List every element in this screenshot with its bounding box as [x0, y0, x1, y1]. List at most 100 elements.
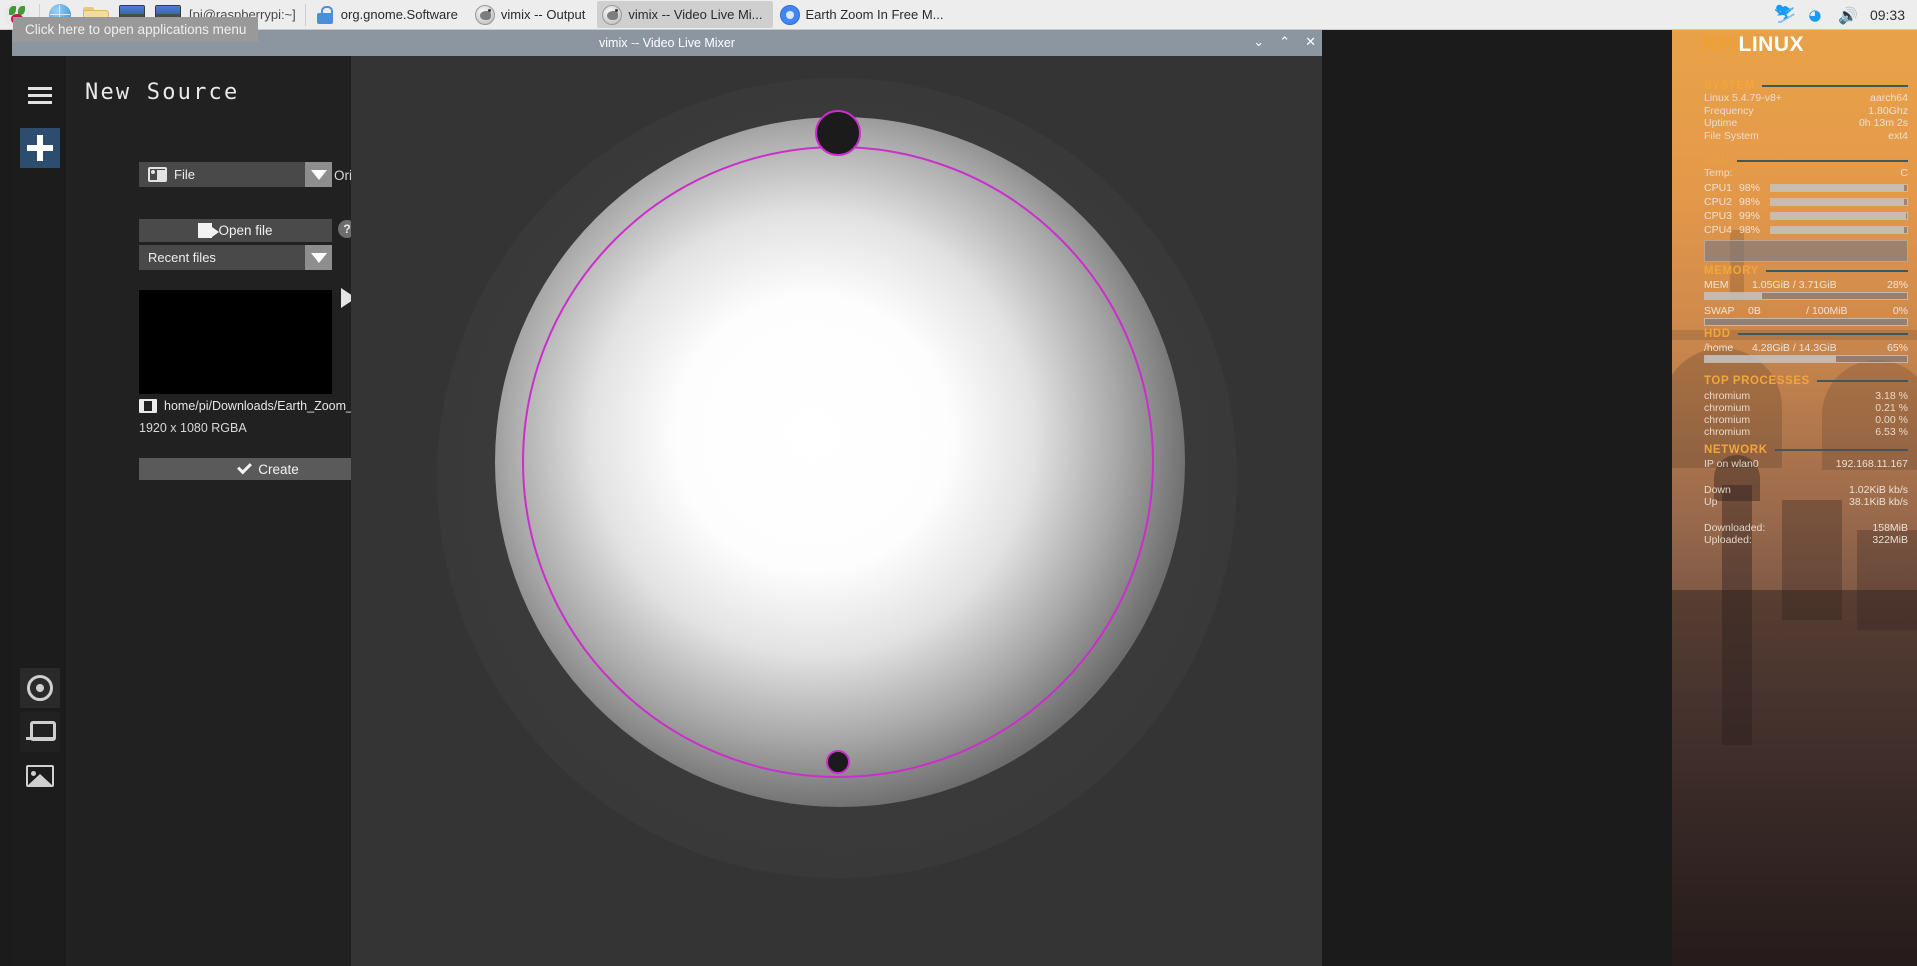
swap-row: SWAP 0B / 100MiB 0%: [1704, 305, 1908, 317]
core-pct: 98%: [1739, 181, 1761, 194]
chevron-down-icon[interactable]: [305, 162, 332, 187]
temp-label: Temp:: [1704, 167, 1733, 179]
wifi-icon[interactable]: ◕: [1806, 5, 1824, 25]
process-row: chromium 0.21 %: [1704, 402, 1908, 414]
new-source-panel: New Source File Origin Open file ? Recen…: [66, 56, 398, 966]
downloaded-value: 158MiB: [1872, 521, 1908, 534]
process-name: chromium: [1704, 426, 1751, 438]
open-file-label: Open file: [218, 223, 273, 238]
clock[interactable]: 09:33: [1870, 7, 1905, 23]
mix-handle-bottom[interactable]: [826, 750, 850, 774]
network-header: NETWORK: [1704, 444, 1908, 456]
chromium-icon: [779, 4, 800, 25]
title-light: LINUX: [1738, 33, 1805, 56]
mem-bar: [1704, 292, 1908, 300]
process-name: chromium: [1704, 390, 1751, 402]
origin-row: File: [139, 162, 332, 187]
mixer-button[interactable]: [20, 712, 60, 752]
window-label: org.gnome.Software: [340, 7, 458, 22]
cpu-temp-row: Temp: C: [1704, 167, 1908, 180]
process-row: chromium 6.53 %: [1704, 426, 1908, 438]
rule: [1774, 449, 1908, 451]
mem-pct: 28%: [1886, 279, 1908, 291]
open-file-button[interactable]: Open file: [139, 219, 332, 242]
chevron-down-icon[interactable]: [305, 245, 332, 270]
system-row: Uptime 0h 13m 2s: [1704, 117, 1908, 130]
row-value: 1.80Ghz: [1868, 104, 1908, 117]
hdd-bar: [1704, 355, 1908, 363]
process-cpu: 0.21 %: [1875, 402, 1908, 414]
memory-section: MEMORY MEM 1.05GiB / 3.71GiB 28% SWAP 0B…: [1704, 265, 1908, 326]
memory-header: MEMORY: [1704, 265, 1908, 277]
rule: [1816, 380, 1908, 382]
system-section: SYSTEM Linux 5.4.79-v8+ aarch64 Frequenc…: [1704, 80, 1908, 142]
volume-icon[interactable]: 🔊: [1838, 5, 1858, 25]
create-label: Create: [258, 461, 299, 477]
menu-button[interactable]: [20, 75, 60, 115]
rpi-monitor-title: RPILINUX: [1702, 33, 1804, 57]
section-label: SYSTEM: [1704, 80, 1755, 92]
cpu-history-graph: [1704, 239, 1908, 262]
origin-select[interactable]: File: [139, 162, 332, 187]
up-label: Up: [1704, 496, 1718, 508]
network-section: NETWORK IP on wlan0 192.168.11.167 Down …: [1704, 444, 1908, 547]
vimix-icon: [602, 4, 623, 25]
taskbar-window-chromium[interactable]: Earth Zoom In Free M...: [775, 1, 954, 28]
row-value: aarch64: [1870, 92, 1908, 104]
uploaded-value: 322MiB: [1872, 534, 1908, 546]
close-icon[interactable]: ✕: [1305, 30, 1316, 56]
row-key: Linux 5.4.79-v8+: [1704, 92, 1782, 104]
process-cpu: 3.18 %: [1875, 390, 1908, 402]
library-button[interactable]: [20, 756, 60, 796]
cpu-core-row: CPU1 98%: [1704, 182, 1908, 194]
selection-circle[interactable]: [522, 146, 1154, 778]
cpu-header: CPU: [1704, 155, 1908, 167]
gnome-software-icon: [315, 5, 335, 25]
hdd-header: HDD: [1704, 328, 1908, 340]
row-value: 0h 13m 2s: [1858, 117, 1908, 129]
rule: [1737, 160, 1908, 162]
core-label: CPU3: [1704, 209, 1733, 222]
rule: [1737, 333, 1908, 335]
system-row: Frequency 1.80Ghz: [1704, 104, 1908, 118]
system-header: SYSTEM: [1704, 80, 1908, 92]
cpu-core-row: CPU2 98%: [1704, 196, 1908, 208]
process-name: chromium: [1704, 414, 1751, 426]
file-resolution: 1920 x 1080 RGBA: [139, 421, 247, 435]
window-controls: ⌄ ⌃ ✕: [1253, 30, 1316, 56]
row-key: Frequency: [1704, 104, 1754, 117]
core-label: CPU2: [1704, 195, 1733, 208]
mix-handle-top[interactable]: [815, 110, 861, 156]
mem-usage: 1.05GiB / 3.71GiB: [1752, 279, 1837, 291]
output-button[interactable]: [20, 668, 60, 708]
library-icon: [26, 765, 54, 787]
window-label: vimix -- Output: [500, 7, 586, 22]
section-label: NETWORK: [1704, 444, 1768, 456]
system-tray: ⛷ ◕ 🔊 09:33: [1774, 2, 1917, 25]
hdd-row: /home 4.28GiB / 14.3GiB 65%: [1704, 342, 1908, 354]
hdd-pct: 65%: [1886, 342, 1908, 354]
vimix-window: vimix -- Video Live Mixer ⌄ ⌃ ✕ New Sour…: [12, 30, 1322, 966]
hdd-usage: 4.28GiB / 14.3GiB: [1752, 342, 1837, 354]
minimize-icon[interactable]: ⌄: [1253, 30, 1264, 56]
new-source-button[interactable]: [20, 128, 60, 168]
cpu-core-row: CPU4 98%: [1704, 224, 1908, 236]
taskbar-window-gnome-software[interactable]: org.gnome.Software: [310, 1, 468, 28]
hdd-section: HDD /home 4.28GiB / 14.3GiB 65%: [1704, 328, 1908, 363]
media-thumbnail[interactable]: [139, 290, 332, 394]
rule: [1761, 85, 1908, 87]
recent-files-select[interactable]: Recent files: [139, 245, 332, 270]
hamburger-icon: [28, 86, 52, 104]
vimix-icon-rail: [12, 56, 66, 966]
taskbar-window-vimix-mixer[interactable]: vimix -- Video Live Mi...: [597, 1, 773, 28]
section-label: TOP PROCESSES: [1704, 375, 1810, 387]
maximize-icon[interactable]: ⌃: [1279, 30, 1290, 56]
recent-files-value: Recent files: [148, 250, 216, 265]
window-label: vimix -- Video Live Mi...: [628, 7, 763, 22]
cpu-core-row: CPU3 99%: [1704, 210, 1908, 222]
taskbar-window-vimix-output[interactable]: vimix -- Output: [470, 1, 596, 28]
vimix-body: New Source File Origin Open file ? Recen…: [12, 56, 1322, 966]
bluetooth-icon[interactable]: ⛷: [1774, 2, 1797, 25]
page-title: New Source: [85, 80, 240, 105]
mixer-canvas[interactable]: [351, 56, 1322, 966]
